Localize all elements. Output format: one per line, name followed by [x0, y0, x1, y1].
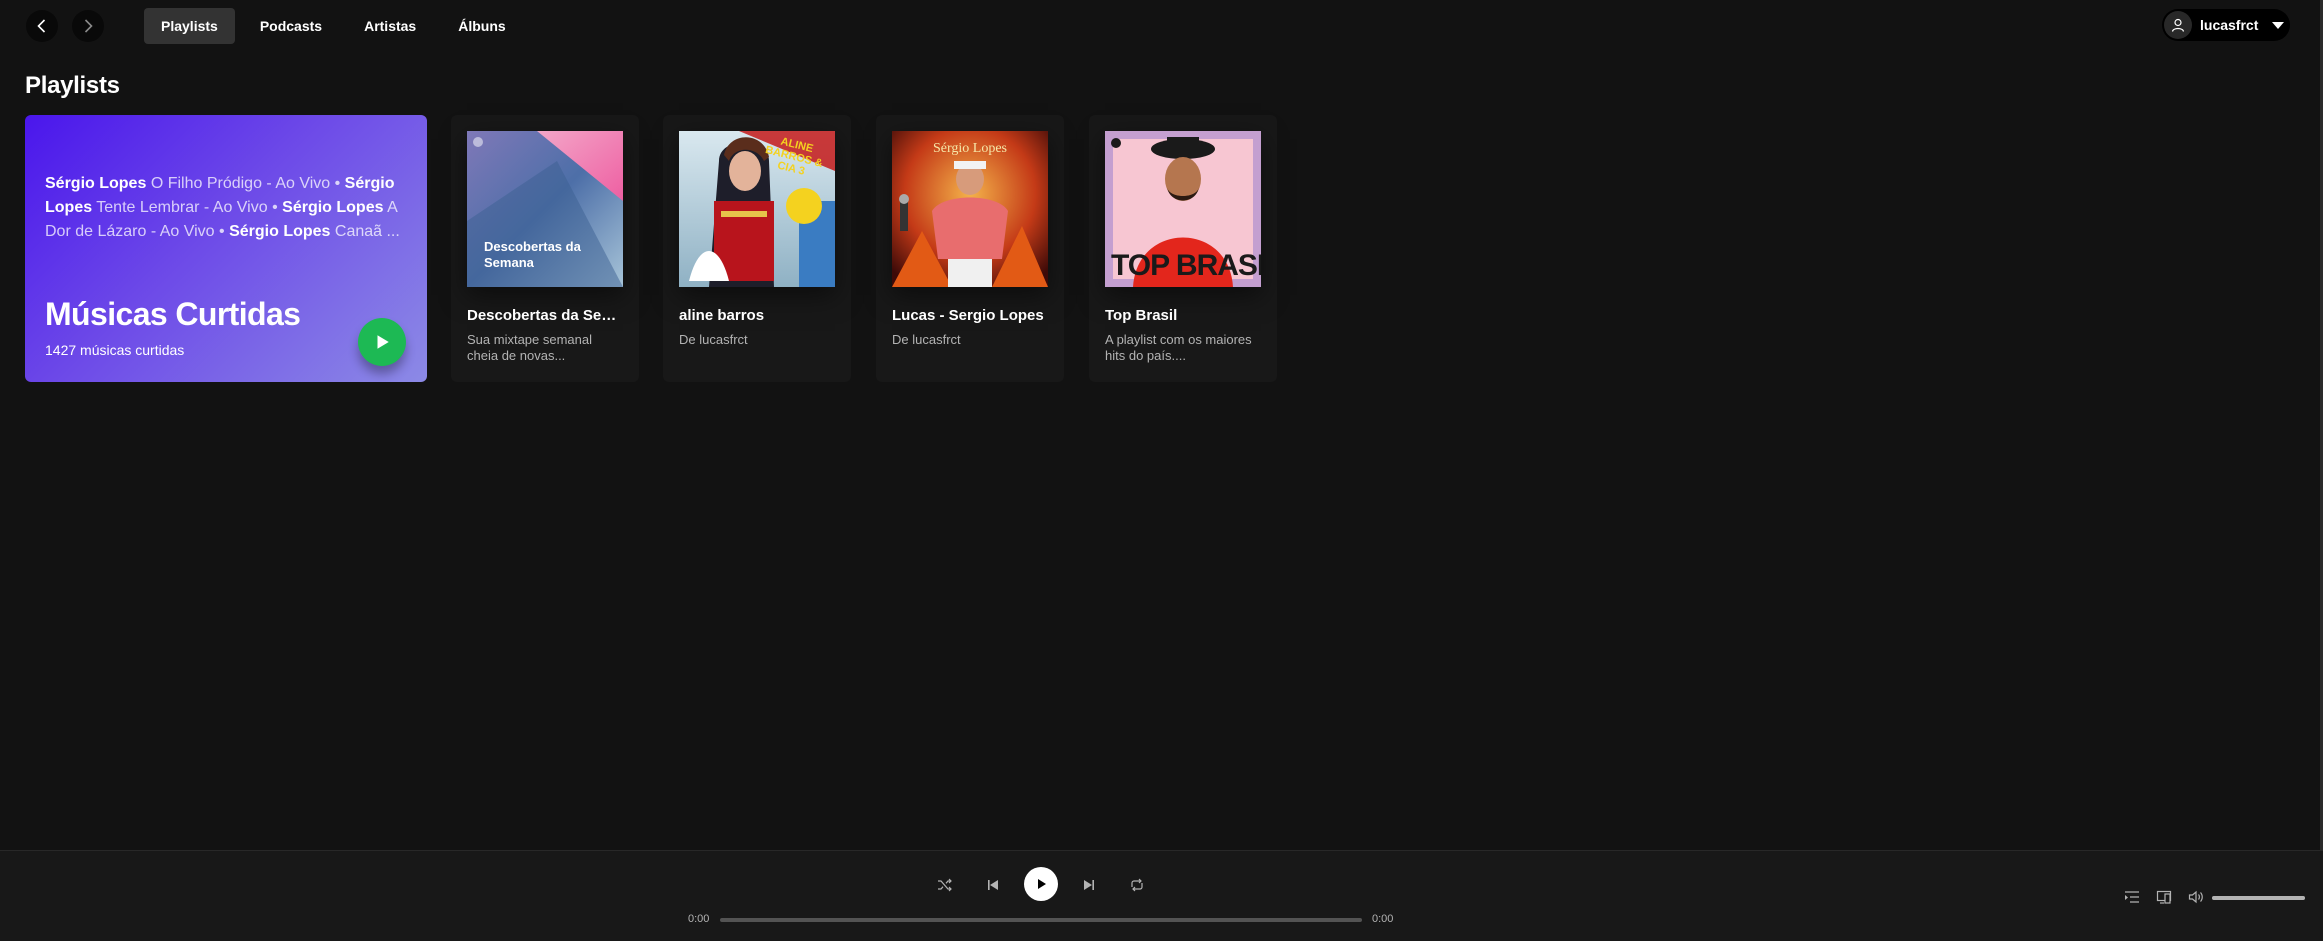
page-title: Playlists	[25, 72, 120, 99]
username: lucasfrct	[2200, 17, 2259, 33]
snippet-song: Canaã ...	[334, 223, 400, 240]
snippet-song: O Filho Pródigo - Ao Vivo	[150, 175, 331, 192]
snippet-separator: •	[214, 223, 230, 240]
liked-songs-card[interactable]: Sérgio Lopes O Filho Pródigo - Ao Vivo •…	[25, 115, 427, 382]
snippet-separator: •	[330, 175, 345, 192]
previous-button[interactable]	[983, 875, 1003, 895]
tab-playlists[interactable]: Playlists	[144, 8, 235, 44]
playlist-subtitle: De lucasfrct	[892, 332, 961, 347]
playlist-title: Descobertas da Semana	[467, 307, 623, 324]
current-time: 0:00	[688, 913, 710, 925]
library-tabs: Playlists Podcasts Artistas Álbuns	[144, 8, 523, 44]
tab-albuns[interactable]: Álbuns	[441, 8, 522, 44]
tab-artistas[interactable]: Artistas	[347, 8, 433, 44]
liked-songs-count: 1427 músicas curtidas	[45, 342, 185, 358]
devices-button[interactable]	[2154, 887, 2174, 907]
tab-podcasts[interactable]: Podcasts	[243, 8, 339, 44]
shuffle-button[interactable]	[935, 875, 955, 895]
playlist-cover: Descobertas da Semana	[467, 131, 623, 287]
liked-songs-title: Músicas Curtidas	[45, 296, 301, 332]
playlist-title: aline barros	[679, 307, 765, 324]
avatar	[2164, 11, 2192, 39]
playlist-card[interactable]: Sérgio Lopes Lucas - Sergio Lopes De luc…	[876, 115, 1064, 382]
chevron-right-icon	[84, 19, 93, 33]
volume-slider[interactable]	[2212, 896, 2305, 900]
playlist-cover: TOP BRASIL	[1105, 131, 1261, 287]
cover-text: TOP BRASIL	[1111, 249, 1261, 282]
cover-text: Descobertas da Semana	[484, 239, 581, 270]
playlist-card[interactable]: Descobertas da Semana Descobertas da Sem…	[451, 115, 639, 382]
chevron-left-icon	[37, 19, 46, 33]
playlist-title: Lucas - Sergio Lopes	[892, 307, 1044, 324]
snippet-separator: •	[267, 199, 283, 216]
shuffle-icon	[938, 878, 952, 892]
playlist-subtitle: De lucasfrct	[679, 332, 748, 347]
next-button[interactable]	[1079, 875, 1099, 895]
progress-bar[interactable]	[720, 918, 1362, 922]
snippet-artist: Sérgio Lopes	[229, 223, 331, 240]
playlist-card[interactable]: ALINE BARROS & CIA 3 aline barros De luc…	[663, 115, 851, 382]
snippet-artist: Sérgio Lopes	[282, 199, 384, 216]
volume-fill	[2212, 896, 2305, 900]
top-bar: Playlists Podcasts Artistas Álbuns lucas…	[0, 0, 2323, 50]
play-icon	[377, 335, 389, 349]
cover-text: Sérgio Lopes	[932, 141, 1007, 156]
volume-button[interactable]	[2186, 887, 2206, 907]
snippet-artist: Sérgio Lopes	[45, 175, 147, 192]
next-icon	[1084, 880, 1094, 890]
forward-button[interactable]	[72, 10, 104, 42]
user-menu-button[interactable]: lucasfrct	[2162, 9, 2290, 41]
playlist-subtitle: A playlist com os maiores hits do país..…	[1105, 332, 1252, 363]
queue-button[interactable]	[2122, 887, 2142, 907]
repeat-icon	[1131, 878, 1143, 892]
player-bar: 0:00 0:00	[0, 850, 2323, 941]
playlist-cover: Sérgio Lopes	[892, 131, 1048, 287]
playlist-subtitle: Sua mixtape semanal cheia de novas...	[467, 332, 593, 363]
play-pause-button[interactable]	[1024, 867, 1058, 901]
playlist-card[interactable]: TOP BRASIL Top Brasil A playlist com os …	[1089, 115, 1277, 382]
play-icon	[1038, 879, 1046, 889]
queue-icon	[2125, 891, 2139, 903]
snippet-song: Tente Lembrar - Ao Vivo	[96, 199, 268, 216]
spotify-app: Playlists Podcasts Artistas Álbuns lucas…	[0, 0, 2323, 941]
devices-icon	[2156, 890, 2172, 904]
user-icon	[2171, 18, 2185, 32]
play-liked-songs-button[interactable]	[358, 318, 406, 366]
caret-down-icon	[2272, 21, 2285, 29]
total-time: 0:00	[1372, 913, 1394, 925]
repeat-button[interactable]	[1127, 875, 1147, 895]
volume-icon	[2188, 890, 2203, 904]
back-button[interactable]	[26, 10, 58, 42]
liked-songs-preview: Sérgio Lopes O Filho Pródigo - Ao Vivo •…	[45, 172, 407, 244]
playlist-cover: ALINE BARROS & CIA 3	[679, 131, 835, 287]
previous-icon	[988, 880, 998, 890]
playlist-title: Top Brasil	[1105, 307, 1178, 324]
